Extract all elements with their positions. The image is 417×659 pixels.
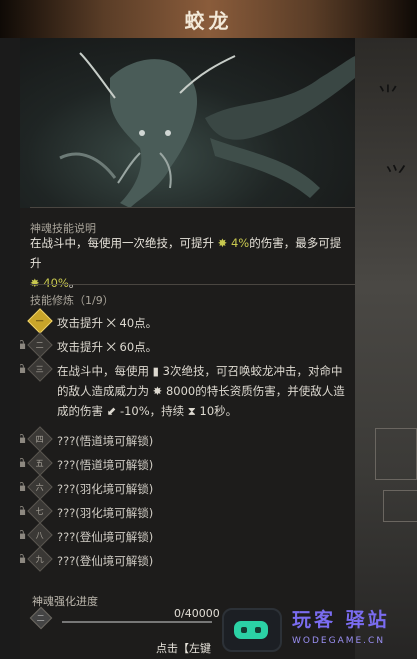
skill-text-line: 在战斗中，每使用 ▮ 3次绝技，可召唤蛟龙冲击，对命中 xyxy=(57,364,343,378)
skill-numeral: 二 xyxy=(36,340,44,350)
lock-icon xyxy=(20,364,26,373)
description-value-max: 40% xyxy=(43,276,69,290)
section-divider xyxy=(30,207,355,208)
skill-row-1[interactable]: 一 攻击提升 ⨉ 40点。 xyxy=(20,308,355,334)
lock-icon xyxy=(20,434,26,443)
spirit-detail-panel: 神魂技能说明 在战斗中，每使用一次绝技，可提升 ✸ 4%的伤害，最多可提升 ✸ … xyxy=(20,38,355,659)
skill-level-badge: 九 xyxy=(27,546,53,572)
background-decoration: ⺍ xyxy=(385,164,408,189)
skill-level-badge: 三 xyxy=(27,356,53,382)
skill-row-6[interactable]: 六 ???(羽化境可解锁) xyxy=(20,474,355,500)
skill-level-badge: 六 xyxy=(27,474,53,500)
skill-numeral: 三 xyxy=(36,364,44,374)
description-value-per-use: 4% xyxy=(230,236,250,250)
background-panel xyxy=(383,490,417,522)
skill-numeral: 五 xyxy=(36,458,44,468)
skill-level-badge: 一 xyxy=(27,308,53,334)
skill-numeral: 九 xyxy=(36,554,44,564)
click-hint: 点击【左键 xyxy=(156,642,211,655)
section-divider xyxy=(30,284,355,285)
damage-icon: ✸ xyxy=(217,236,228,250)
lock-icon xyxy=(20,482,26,491)
lock-icon xyxy=(20,458,26,467)
damage-icon: ✸ xyxy=(30,276,40,290)
skills-heading: 技能修炼（1/9） xyxy=(30,294,114,307)
skill-numeral: 八 xyxy=(36,530,44,540)
skill-row-2[interactable]: 二 攻击提升 ⨉ 60点。 xyxy=(20,332,355,358)
title-bar: 蛟龙 xyxy=(0,0,417,38)
lock-icon xyxy=(20,530,26,539)
skill-level-badge: 七 xyxy=(27,498,53,524)
background-panel xyxy=(375,428,417,480)
skill-text: 攻击提升 ⨉ 40点。 xyxy=(57,316,158,330)
dragon-illustration xyxy=(59,52,355,208)
skill-row-8[interactable]: 八 ???(登仙境可解锁) xyxy=(20,522,355,548)
skill-text: 在战斗中，每使用 ▮ 3次绝技，可召唤蛟龙冲击，对命中 的敌人造成威力为 ✸ 8… xyxy=(57,361,349,421)
skill-row-5[interactable]: 五 ???(悟道境可解锁) xyxy=(20,450,355,476)
lock-icon xyxy=(20,340,26,349)
skill-numeral: 六 xyxy=(36,482,44,492)
progress-value: 0/40000 xyxy=(174,607,220,620)
skill-text: ???(登仙境可解锁) xyxy=(57,554,154,568)
description-text: 在战斗中，每使用一次绝技，可提升 xyxy=(30,236,214,250)
dragon-artwork xyxy=(20,38,355,208)
progress-level-numeral: 二 xyxy=(37,613,45,623)
progress-level-badge: 二 xyxy=(29,606,53,630)
skill-level-badge: 四 xyxy=(27,426,53,452)
skill-text-line: 成的伤害 ⬋ -10%，持续 ⧗ 10秒。 xyxy=(57,404,238,418)
skill-numeral: 一 xyxy=(36,316,44,326)
skill-numeral: 七 xyxy=(36,506,44,516)
skill-text: ???(羽化境可解锁) xyxy=(57,506,154,520)
skill-level-badge: 二 xyxy=(27,332,53,358)
skill-row-4[interactable]: 四 ???(悟道境可解锁) xyxy=(20,426,355,452)
description-text: 。 xyxy=(68,276,81,290)
background-decoration: ⺌ xyxy=(377,84,400,109)
skill-row-7[interactable]: 七 ???(羽化境可解锁) xyxy=(20,498,355,524)
window-title: 蛟龙 xyxy=(184,8,233,33)
skill-text: ???(羽化境可解锁) xyxy=(57,482,154,496)
skill-numeral: 四 xyxy=(36,434,44,444)
skill-text: ???(登仙境可解锁) xyxy=(57,530,154,544)
progress-bar xyxy=(62,621,212,623)
skill-row-3[interactable]: 三 在战斗中，每使用 ▮ 3次绝技，可召唤蛟龙冲击，对命中 的敌人造成威力为 ✸… xyxy=(20,356,355,421)
skill-text: ???(悟道境可解锁) xyxy=(57,458,154,472)
skill-text: ???(悟道境可解锁) xyxy=(57,434,154,448)
lock-icon xyxy=(20,506,26,515)
skill-row-9[interactable]: 九 ???(登仙境可解锁) xyxy=(20,546,355,572)
skill-level-badge: 五 xyxy=(27,450,53,476)
skill-level-badge: 八 xyxy=(27,522,53,548)
skill-text: 攻击提升 ⨉ 60点。 xyxy=(57,340,158,354)
lock-icon xyxy=(20,554,26,563)
background-scene: ⺌ ⺍ xyxy=(355,38,417,659)
skill-text-line: 的敌人造成威力为 ✸ 8000的特长资质伤害，并使敌人造 xyxy=(57,384,345,398)
